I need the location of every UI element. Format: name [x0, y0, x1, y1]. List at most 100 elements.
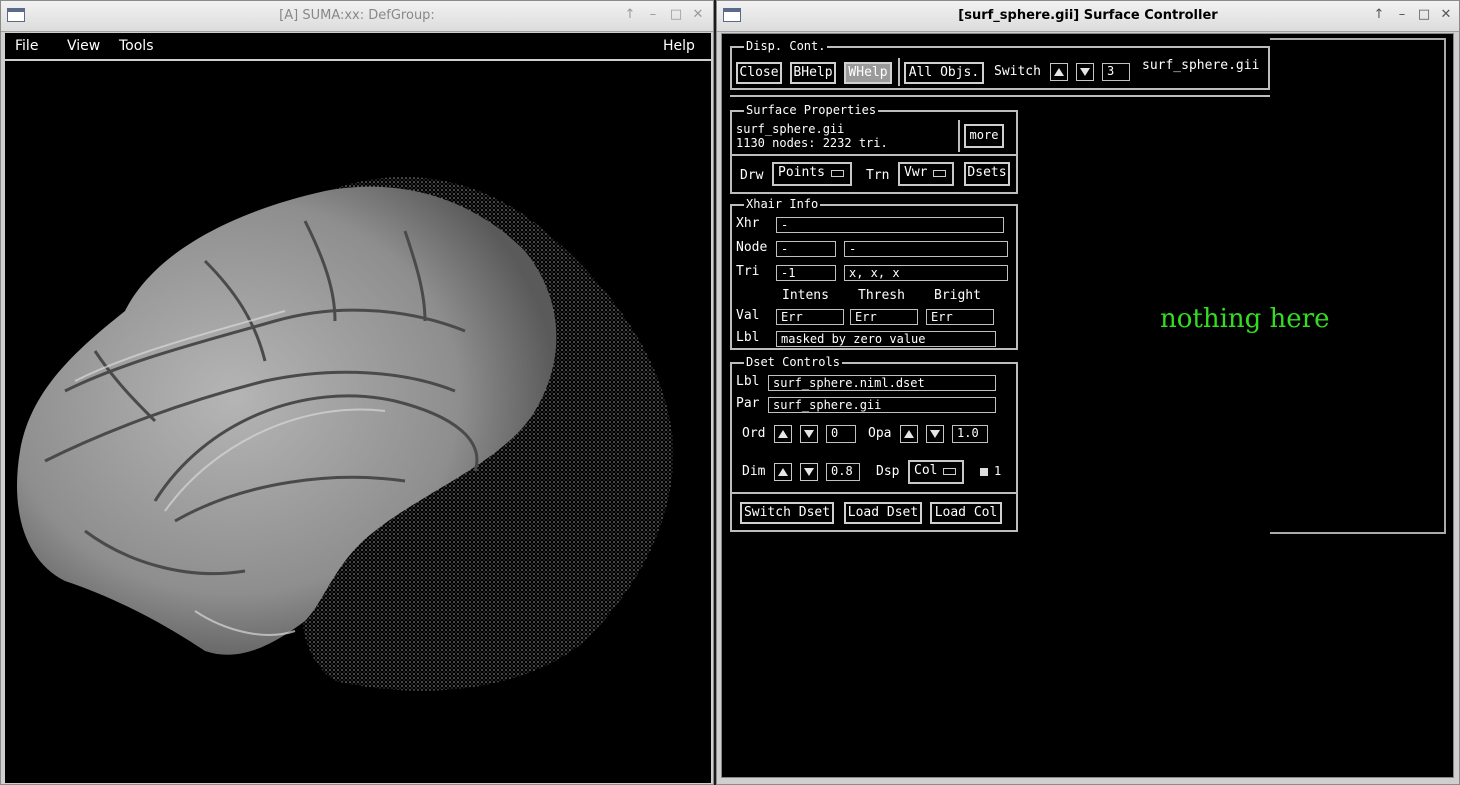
xhair-info-legend: Xhair Info: [744, 197, 821, 211]
controller-body: Disp. Cont. Close BHelp WHelp All Objs. …: [721, 33, 1454, 778]
dset-controls-frame: Dset Controls Lbl surf_sphere.niml.dset …: [730, 355, 1018, 532]
par-field: surf_sphere.gii: [768, 397, 996, 413]
shade-up-icon[interactable]: ↑: [621, 7, 639, 22]
switch-dset-button[interactable]: Switch Dset: [740, 502, 834, 524]
divider: [898, 58, 900, 86]
dset-lbl-label: Lbl: [736, 374, 760, 389]
close-icon[interactable]: ✕: [689, 7, 707, 22]
minimize-icon[interactable]: –: [644, 7, 662, 22]
val-intens-field: Err: [776, 309, 844, 325]
bright-header: Bright: [934, 288, 981, 303]
load-dset-button[interactable]: Load Dset: [844, 502, 922, 524]
dim-up-arrow-icon[interactable]: [774, 463, 792, 481]
tri-field[interactable]: -1: [776, 265, 836, 281]
trn-option-menu[interactable]: Vwr: [898, 162, 954, 186]
dim-down-arrow-icon[interactable]: [800, 463, 818, 481]
whelp-button[interactable]: WHelp: [844, 62, 892, 84]
lbl-label: Lbl: [736, 330, 760, 345]
surface-properties-legend: Surface Properties: [744, 103, 879, 117]
dset-controls-legend: Dset Controls: [744, 355, 842, 369]
drw-option-menu[interactable]: Points: [772, 162, 852, 186]
dsp-value: Col: [914, 463, 938, 478]
dsp-option-menu[interactable]: Col: [908, 460, 964, 484]
switch-up-arrow-icon[interactable]: [1050, 63, 1068, 81]
brain-surface-render: [17, 177, 674, 691]
ord-up-arrow-icon[interactable]: [774, 425, 792, 443]
switch-label: Switch: [994, 64, 1041, 79]
nothing-here-text: nothing here: [1160, 304, 1330, 334]
divider: [732, 154, 1016, 156]
ord-down-arrow-icon[interactable]: [800, 425, 818, 443]
show-checkbox-label: 1: [994, 464, 1002, 478]
all-objs-button[interactable]: All Objs.: [904, 62, 984, 84]
surface-name-label: surf_sphere.gii: [736, 122, 845, 136]
load-col-button[interactable]: Load Col: [930, 502, 1002, 524]
option-indicator-icon: [943, 468, 956, 475]
val-bright-field: Err: [926, 309, 994, 325]
surface-stats-label: 1130 nodes: 2232 tri.: [736, 136, 888, 150]
option-indicator-icon: [831, 170, 844, 177]
close-button[interactable]: Close: [736, 62, 782, 84]
opa-up-arrow-icon[interactable]: [900, 425, 918, 443]
tri-extra-field: x, x, x: [844, 265, 1008, 281]
tri-label: Tri: [736, 264, 760, 279]
disp-cont-legend: Disp. Cont.: [744, 39, 828, 53]
option-indicator-icon: [933, 170, 946, 177]
opa-label: Opa: [868, 426, 892, 441]
brain-3d-viewport[interactable]: [5, 61, 711, 783]
suma-titlebar[interactable]: [A] SUMA:xx: DefGroup: ↑ – □ ✕: [1, 1, 713, 32]
divider: [732, 492, 1016, 494]
disp-cont-frame: Disp. Cont. Close BHelp WHelp All Objs. …: [730, 39, 1270, 90]
more-button[interactable]: more: [964, 124, 1004, 148]
surface-properties-frame: Surface Properties surf_sphere.gii 1130 …: [730, 103, 1018, 194]
surface-controller-window: [surf_sphere.gii] Surface Controller ↑ –…: [716, 0, 1460, 785]
xhr-field[interactable]: -: [776, 217, 1004, 233]
dim-field[interactable]: 0.8: [826, 463, 860, 481]
trn-value: Vwr: [904, 165, 928, 180]
dim-label: Dim: [742, 464, 766, 479]
node-extra-field: -: [844, 241, 1008, 257]
par-label: Par: [736, 396, 760, 411]
suma-window-title: [A] SUMA:xx: DefGroup:: [279, 8, 435, 23]
shade-up-icon[interactable]: ↑: [1370, 7, 1388, 22]
val-label: Val: [736, 308, 760, 323]
drw-label: Drw: [740, 168, 764, 183]
current-surface-name: surf_sphere.gii: [1142, 58, 1260, 73]
ord-label: Ord: [742, 426, 766, 441]
divider: [958, 120, 960, 152]
thresh-header: Thresh: [858, 288, 905, 303]
maximize-icon[interactable]: □: [1415, 7, 1433, 22]
bhelp-button[interactable]: BHelp: [790, 62, 836, 84]
menu-help[interactable]: Help: [663, 38, 695, 54]
xhr-label: Xhr: [736, 216, 760, 231]
menu-tools[interactable]: Tools: [119, 38, 154, 54]
menu-view[interactable]: View: [67, 38, 100, 54]
opa-field[interactable]: 1.0: [952, 425, 988, 443]
node-label: Node: [736, 240, 768, 255]
xhair-info-frame: Xhair Info Xhr - Node - - Tri -1 x, x, x…: [730, 197, 1018, 350]
switch-value-field[interactable]: 3: [1102, 63, 1130, 81]
trn-label: Trn: [866, 168, 890, 183]
lbl-field: masked by zero value: [776, 331, 996, 347]
drw-value: Points: [778, 165, 825, 180]
suma-menubar: File View Tools Help: [5, 33, 711, 59]
empty-panel: nothing here: [1160, 38, 1446, 534]
dsp-label: Dsp: [876, 464, 900, 479]
close-icon[interactable]: ✕: [1437, 7, 1455, 22]
controller-titlebar[interactable]: [surf_sphere.gii] Surface Controller ↑ –…: [717, 1, 1459, 32]
minimize-icon[interactable]: –: [1393, 7, 1411, 22]
suma-viewer-window: [A] SUMA:xx: DefGroup: ↑ – □ ✕ File View…: [0, 0, 714, 785]
switch-down-arrow-icon[interactable]: [1076, 63, 1094, 81]
dsets-button[interactable]: Dsets: [964, 162, 1010, 186]
divider: [730, 95, 1270, 97]
ord-field[interactable]: 0: [826, 425, 856, 443]
dset-lbl-field[interactable]: surf_sphere.niml.dset: [768, 375, 996, 391]
maximize-icon[interactable]: □: [667, 7, 685, 22]
intens-header: Intens: [782, 288, 829, 303]
opa-down-arrow-icon[interactable]: [926, 425, 944, 443]
controller-window-title: [surf_sphere.gii] Surface Controller: [958, 8, 1218, 23]
show-checkbox[interactable]: [980, 468, 988, 476]
menu-file[interactable]: File: [15, 38, 38, 54]
val-thresh-field: Err: [850, 309, 918, 325]
node-field[interactable]: -: [776, 241, 836, 257]
